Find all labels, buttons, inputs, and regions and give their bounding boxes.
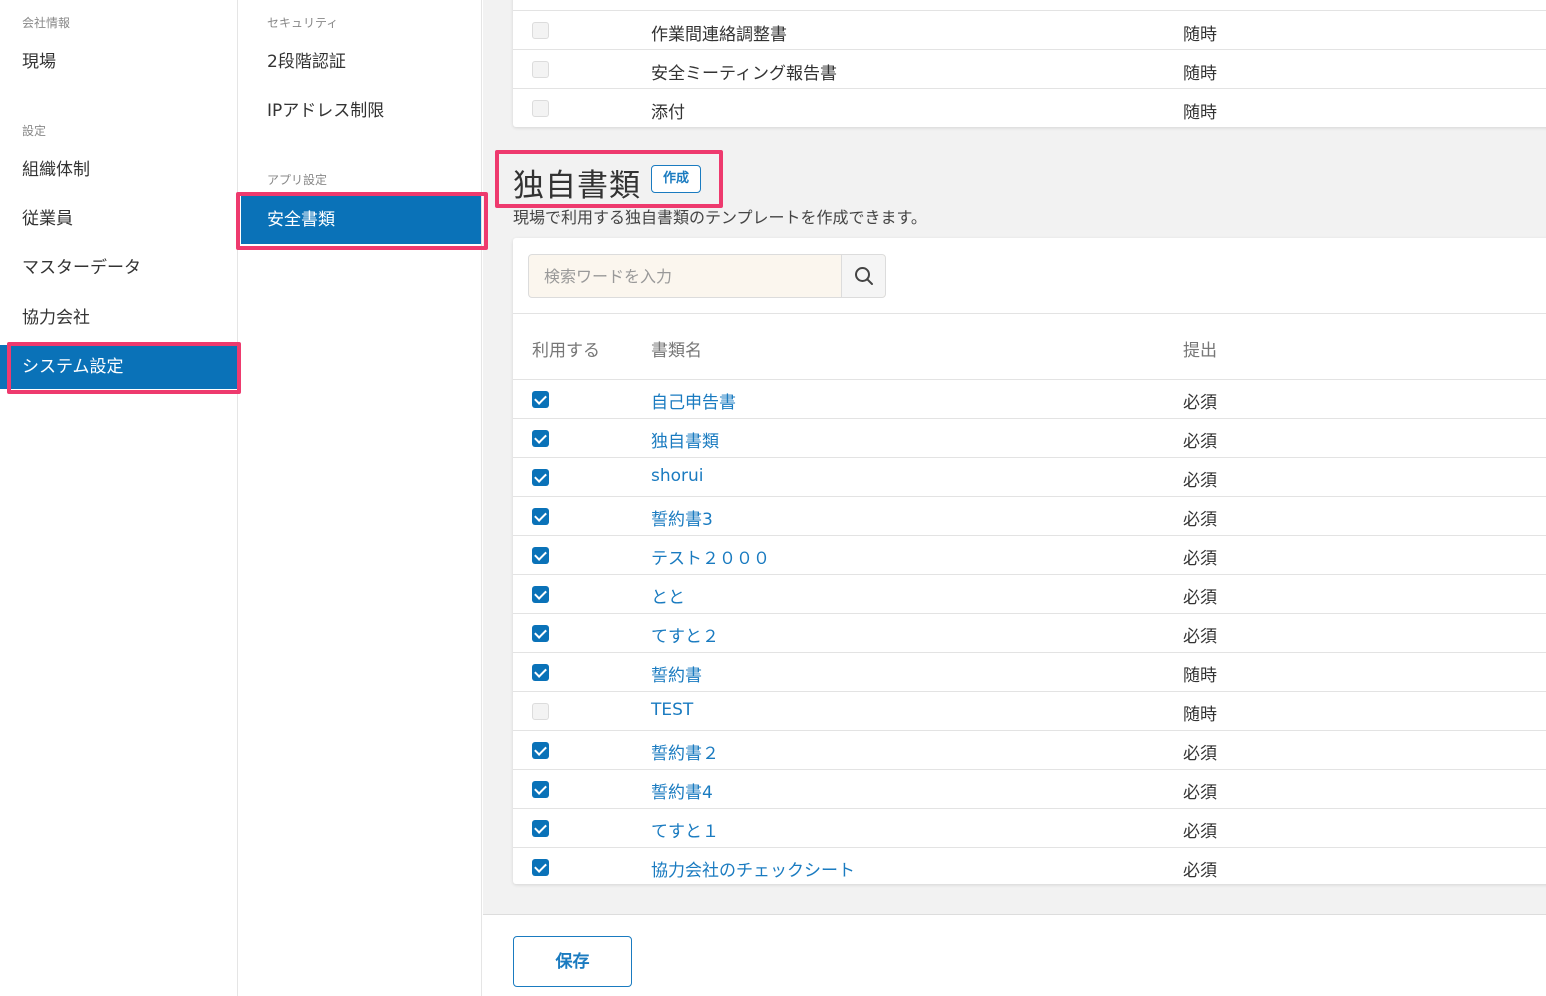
section-title: 独自書類 bbox=[513, 168, 641, 204]
footer-bar: 保存 bbox=[483, 914, 1546, 996]
main-sidebar: 会社情報 現場 設定 組織体制 従業員 マスターデータ 協力会社 システム設定 bbox=[0, 0, 238, 996]
use-checkbox[interactable] bbox=[532, 625, 549, 642]
section-label-app-settings: アプリ設定 bbox=[267, 173, 328, 187]
table-row: 誓約書 随時 bbox=[513, 652, 1546, 691]
use-checkbox[interactable] bbox=[532, 61, 549, 78]
doc-name-link[interactable]: 誓約書3 bbox=[651, 505, 713, 530]
submission-value: 必須 bbox=[1183, 432, 1217, 452]
submission-value: 必須 bbox=[1183, 471, 1217, 491]
use-checkbox[interactable] bbox=[532, 664, 549, 681]
use-checkbox[interactable] bbox=[532, 391, 549, 408]
use-checkbox[interactable] bbox=[532, 100, 549, 117]
table-row: とと 必須 bbox=[513, 574, 1546, 613]
use-checkbox[interactable] bbox=[532, 781, 549, 798]
create-button[interactable]: 作成 bbox=[651, 165, 701, 193]
submission-value: 必須 bbox=[1183, 783, 1217, 803]
doc-name-link[interactable]: 協力会社のチェックシート bbox=[651, 856, 855, 881]
use-checkbox[interactable] bbox=[532, 586, 549, 603]
submission-value: 必須 bbox=[1183, 744, 1217, 764]
sidebar-item-system-settings[interactable]: システム設定 bbox=[10, 345, 238, 389]
divider bbox=[513, 313, 1546, 314]
use-checkbox[interactable] bbox=[532, 430, 549, 447]
save-button[interactable]: 保存 bbox=[513, 936, 632, 987]
submission-value: 随時 bbox=[1183, 103, 1217, 123]
standard-docs-table: 作業間連絡調整書 随時 安全ミーティング報告書 随時 添付 随時 bbox=[513, 0, 1546, 127]
use-checkbox[interactable] bbox=[532, 22, 549, 39]
doc-name-link[interactable]: 誓約書２ bbox=[651, 739, 719, 764]
table-row: 誓約書4 必須 bbox=[513, 769, 1546, 808]
custom-docs-table: 利用する 書類名 提出 自己申告書必須独自書類必須shorui必須誓約書3必須テ… bbox=[513, 238, 1546, 884]
table-row: TEST 随時 bbox=[513, 691, 1546, 730]
doc-name-link[interactable]: 誓約書 bbox=[651, 661, 702, 686]
use-checkbox[interactable] bbox=[532, 742, 549, 759]
section-label-security: セキュリティ bbox=[267, 16, 339, 30]
table-row: 協力会社のチェックシート 必須 bbox=[513, 847, 1546, 886]
search-button[interactable] bbox=[841, 255, 885, 297]
doc-name-link[interactable]: てすと１ bbox=[651, 817, 719, 842]
submission-value: 随時 bbox=[1183, 25, 1217, 45]
doc-name-link[interactable]: とと bbox=[651, 583, 685, 608]
submission-value: 必須 bbox=[1183, 822, 1217, 842]
table-row: てすと１ 必須 bbox=[513, 808, 1546, 847]
use-checkbox[interactable] bbox=[532, 547, 549, 564]
sidebar-item-employees[interactable]: 従業員 bbox=[0, 197, 238, 241]
submission-value: 必須 bbox=[1183, 588, 1217, 608]
doc-name: 作業間連絡調整書 bbox=[651, 25, 787, 45]
submission-value: 必須 bbox=[1183, 393, 1217, 413]
use-checkbox[interactable] bbox=[532, 508, 549, 525]
section-description: 現場で利用する独自書類のテンプレートを作成できます。 bbox=[513, 208, 927, 227]
table-row: てすと２ 必須 bbox=[513, 613, 1546, 652]
sidebar-item-master-data[interactable]: マスターデータ bbox=[0, 246, 238, 290]
doc-name: 添付 bbox=[651, 103, 685, 123]
table-row: 自己申告書 必須 bbox=[513, 379, 1546, 418]
settings-subnav: セキュリティ 2段階認証 IPアドレス制限 アプリ設定 安全書類 bbox=[238, 0, 482, 996]
sidebar-item-site[interactable]: 現場 bbox=[0, 40, 238, 84]
doc-name-link[interactable]: shorui bbox=[651, 466, 704, 486]
doc-name-link[interactable]: 自己申告書 bbox=[651, 388, 736, 413]
subnav-item-safety-docs[interactable]: 安全書類 bbox=[241, 196, 481, 244]
table-row: 誓約書3 必須 bbox=[513, 496, 1546, 535]
table-row: テスト２０００ 必須 bbox=[513, 535, 1546, 574]
doc-name-link[interactable]: テスト２０００ bbox=[651, 544, 770, 569]
submission-value: 必須 bbox=[1183, 627, 1217, 647]
search-icon bbox=[855, 267, 873, 285]
submission-value: 必須 bbox=[1183, 549, 1217, 569]
doc-name-link[interactable]: TEST bbox=[651, 700, 693, 720]
table-row: 安全ミーティング報告書 随時 bbox=[513, 49, 1546, 88]
doc-name: 安全ミーティング報告書 bbox=[651, 64, 837, 84]
search-box bbox=[528, 254, 886, 298]
search-input[interactable] bbox=[529, 255, 843, 297]
table-row: shorui 必須 bbox=[513, 457, 1546, 496]
subnav-item-ip-restriction[interactable]: IPアドレス制限 bbox=[238, 87, 481, 135]
doc-name-link[interactable]: 誓約書4 bbox=[651, 778, 713, 803]
section-label-company: 会社情報 bbox=[22, 16, 71, 30]
submission-value: 随時 bbox=[1183, 666, 1217, 686]
submission-value: 必須 bbox=[1183, 861, 1217, 881]
use-checkbox[interactable] bbox=[532, 820, 549, 837]
doc-name-link[interactable]: 独自書類 bbox=[651, 427, 719, 452]
subnav-item-two-factor[interactable]: 2段階認証 bbox=[238, 38, 481, 86]
table-row: 独自書類 必須 bbox=[513, 418, 1546, 457]
main-content: 作業間連絡調整書 随時 安全ミーティング報告書 随時 添付 随時 独自書類 作成… bbox=[483, 0, 1546, 996]
use-checkbox[interactable] bbox=[532, 859, 549, 876]
submission-value: 随時 bbox=[1183, 64, 1217, 84]
table-row: 誓約書２ 必須 bbox=[513, 730, 1546, 769]
active-indicator bbox=[0, 345, 10, 389]
header-use: 利用する bbox=[532, 341, 600, 361]
sidebar-item-partners[interactable]: 協力会社 bbox=[0, 296, 238, 340]
sidebar-item-organization[interactable]: 組織体制 bbox=[0, 148, 238, 192]
use-checkbox[interactable] bbox=[532, 469, 549, 486]
submission-value: 随時 bbox=[1183, 705, 1217, 725]
submission-value: 必須 bbox=[1183, 510, 1217, 530]
use-checkbox[interactable] bbox=[532, 703, 549, 720]
header-submission: 提出 bbox=[1183, 341, 1217, 361]
section-label-settings: 設定 bbox=[22, 124, 47, 138]
table-row: 添付 随時 bbox=[513, 88, 1546, 127]
doc-name-link[interactable]: てすと２ bbox=[651, 622, 719, 647]
header-doc-name: 書類名 bbox=[651, 341, 702, 361]
table-row: 作業間連絡調整書 随時 bbox=[513, 10, 1546, 49]
